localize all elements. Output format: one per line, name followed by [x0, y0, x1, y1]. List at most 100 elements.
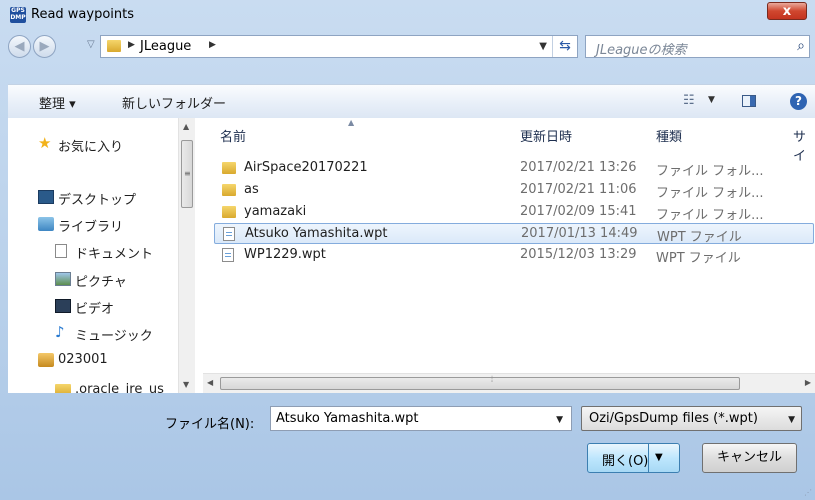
forward-button[interactable]: ▶ — [33, 35, 56, 58]
view-options-icon[interactable]: ☷ — [683, 93, 695, 108]
grip-icon: ≡ — [184, 169, 191, 178]
history-buttons: ◀ ▶ — [8, 35, 66, 59]
nav-item-label: お気に入り — [58, 140, 124, 155]
filename-field[interactable]: Atsuko Yamashita.wpt ▼ — [270, 406, 572, 431]
file-row[interactable]: as 2017/02/21 11:06 ファイル フォル... — [214, 180, 814, 201]
view-dropdown-icon[interactable]: ▼ — [708, 95, 715, 105]
file-date: 2017/01/13 14:49 — [521, 226, 638, 241]
close-button[interactable]: x — [767, 2, 807, 20]
nav-item-label: ピクチャ — [75, 275, 127, 290]
star-icon: ★ — [38, 134, 52, 152]
column-header-name[interactable]: 名前 — [220, 126, 246, 145]
navigation-pane-scrollbar[interactable]: ▲ ≡ ▼ — [178, 118, 195, 393]
file-date: 2017/02/21 13:26 — [520, 160, 637, 175]
scroll-up-icon[interactable]: ▲ — [183, 122, 189, 131]
back-arrow-icon: ◀ — [14, 39, 25, 54]
file-name: AirSpace20170221 — [244, 160, 368, 175]
scroll-right-icon[interactable]: ▶ — [805, 378, 811, 387]
command-toolbar: 整理 ▾ 新しいフォルダー ☷ ▼ ? — [8, 84, 815, 119]
nav-item-label: ミュージック — [75, 329, 153, 344]
title-bar: GPS DMP Read waypoints x — [0, 0, 815, 30]
refresh-icon: ⇆ — [559, 38, 571, 54]
scrollbar-thumb[interactable]: ⦙ — [220, 375, 740, 390]
filter-value: Ozi/GpsDump files (*.wpt) — [589, 411, 758, 426]
file-type: WPT ファイル — [657, 230, 742, 245]
nav-item-label: ビデオ — [75, 302, 115, 317]
nav-item-label: .oracle_jre_us — [75, 382, 164, 393]
scrollbar-thumb[interactable]: ≡ — [181, 140, 193, 208]
file-date: 2017/02/21 11:06 — [520, 182, 637, 197]
file-date: 2017/02/09 15:41 — [520, 204, 637, 219]
help-icon[interactable]: ? — [790, 93, 807, 110]
close-icon: x — [782, 4, 792, 19]
file-type: WPT ファイル — [656, 251, 741, 266]
library-icon — [38, 217, 54, 231]
picture-icon — [55, 272, 71, 286]
address-bar[interactable]: ▶ JLeague ▶ ▼ ⇆ — [100, 35, 578, 58]
open-options-dropdown-icon[interactable]: ▼ — [655, 452, 663, 463]
search-icon[interactable]: ⌕ — [797, 38, 805, 54]
search-placeholder: JLeagueの検索 — [596, 43, 687, 58]
document-icon — [55, 244, 67, 258]
filename-label: ファイル名(N): — [165, 417, 255, 432]
folder-icon — [222, 184, 236, 196]
organize-button[interactable]: 整理 ▾ — [39, 93, 76, 112]
grip-icon: ⦙ — [491, 375, 494, 385]
nav-item-label: デスクトップ — [58, 193, 137, 208]
file-name: WP1229.wpt — [244, 247, 326, 262]
resize-grip-icon[interactable]: ⋰ — [804, 488, 812, 497]
open-button[interactable]: 開く(O) ▼ — [587, 443, 680, 473]
desktop-icon — [38, 190, 54, 204]
file-name: Atsuko Yamashita.wpt — [245, 226, 388, 241]
file-type: ファイル フォル... — [656, 164, 764, 179]
folder-icon — [55, 384, 71, 393]
breadcrumb-jleague[interactable]: JLeague — [140, 39, 191, 54]
file-row-selected[interactable]: Atsuko Yamashita.wpt 2017/01/13 14:49 WP… — [214, 223, 814, 245]
file-type: ファイル フォル... — [656, 186, 764, 201]
window-title: Read waypoints — [31, 7, 135, 22]
refresh-button[interactable]: ⇆ — [552, 36, 577, 57]
chevron-down-icon: ▼ — [788, 415, 795, 425]
navigation-pane[interactable]: ★ お気に入り デスクトップ ライブラリ ドキュメント ピクチャ ビデオ ♪ ミ… — [8, 118, 195, 393]
chevron-down-icon[interactable]: ▼ — [556, 415, 563, 425]
forward-arrow-icon: ▶ — [39, 39, 50, 54]
breadcrumb-separator-icon[interactable]: ▶ — [128, 40, 135, 50]
breadcrumb-separator-icon[interactable]: ▶ — [209, 40, 216, 50]
app-icon-bottom-text: DMP — [10, 14, 26, 21]
wpt-file-icon — [223, 227, 235, 241]
file-row[interactable]: AirSpace20170221 2017/02/21 13:26 ファイル フ… — [214, 158, 814, 179]
app-icon: GPS DMP — [10, 7, 26, 23]
file-row[interactable]: yamazaki 2017/02/09 15:41 ファイル フォル... — [214, 202, 814, 223]
pane-splitter[interactable] — [195, 118, 203, 393]
address-dropdown-icon[interactable]: ▼ — [539, 41, 547, 52]
folder-icon — [107, 40, 121, 52]
new-folder-button[interactable]: 新しいフォルダー — [122, 93, 226, 112]
back-button[interactable]: ◀ — [8, 35, 31, 58]
video-icon — [55, 299, 71, 313]
file-type-filter-select[interactable]: Ozi/GpsDump files (*.wpt) ▼ — [581, 406, 802, 431]
split-divider — [648, 444, 649, 472]
wpt-file-icon — [222, 248, 234, 262]
file-name: as — [244, 182, 259, 197]
cancel-button[interactable]: キャンセル — [702, 443, 797, 473]
sort-ascending-icon: ▲ — [348, 118, 355, 127]
scroll-down-icon[interactable]: ▼ — [183, 380, 189, 389]
recent-locations-dropdown-icon[interactable]: ▽ — [87, 39, 95, 50]
file-row[interactable]: WP1229.wpt 2015/12/03 13:29 WPT ファイル — [214, 245, 814, 266]
column-header-type[interactable]: 種類 — [656, 126, 682, 145]
preview-pane-icon[interactable] — [742, 95, 756, 107]
nav-item-label: ドキュメント — [75, 247, 154, 262]
nav-item-label: 023001 — [58, 352, 108, 367]
app-icon-top-text: GPS — [11, 7, 25, 14]
nav-item-label: ライブラリ — [58, 220, 124, 235]
file-type: ファイル フォル... — [656, 208, 764, 223]
open-button-label: 開く(O) — [602, 454, 649, 469]
filename-value: Atsuko Yamashita.wpt — [276, 411, 419, 426]
column-header-modified[interactable]: 更新日時 — [520, 126, 572, 145]
file-list-horizontal-scrollbar[interactable]: ◀ ⦙ ▶ — [203, 373, 815, 393]
user-folder-icon — [38, 353, 54, 367]
search-input[interactable]: JLeagueの検索 ⌕ — [585, 35, 810, 58]
scroll-left-icon[interactable]: ◀ — [207, 378, 213, 387]
folder-icon — [222, 162, 236, 174]
file-list[interactable]: 名前 ▲ 更新日時 種類 サイ AirSpace20170221 2017/02… — [203, 118, 815, 373]
